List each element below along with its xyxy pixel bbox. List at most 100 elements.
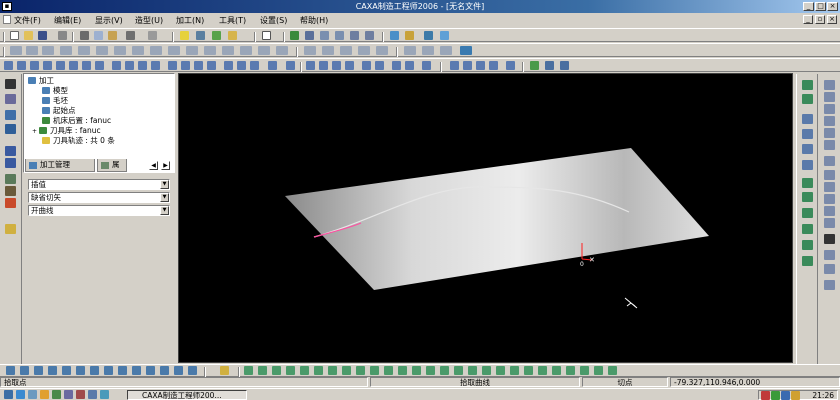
- filter-icon[interactable]: [212, 31, 221, 40]
- hole-icon[interactable]: [138, 61, 147, 70]
- display-mode-icon[interactable]: [424, 31, 433, 40]
- color-icon[interactable]: [340, 46, 352, 55]
- copy-icon[interactable]: [94, 31, 103, 40]
- formula-curve-icon[interactable]: [824, 156, 835, 166]
- expand-icon[interactable]: +: [32, 127, 39, 137]
- view-iso-icon[interactable]: [132, 46, 144, 55]
- taskbar-task-caxa[interactable]: CAXA制造工程师200...: [127, 390, 247, 400]
- shaded-icon[interactable]: [405, 31, 414, 40]
- fill-surface-icon[interactable]: [405, 61, 414, 70]
- sew-surface-icon[interactable]: [476, 61, 485, 70]
- track-8-icon[interactable]: [342, 366, 351, 375]
- boundary-surface-icon[interactable]: [392, 61, 401, 70]
- snap-perpendicular-icon[interactable]: [76, 366, 85, 375]
- snap-settings-icon[interactable]: [220, 366, 229, 375]
- cut-sweep-icon[interactable]: [82, 61, 91, 70]
- revolve-icon[interactable]: [17, 61, 26, 70]
- mdi-minimize-button[interactable]: _: [803, 15, 813, 24]
- draft-icon[interactable]: [181, 61, 190, 70]
- ie-icon[interactable]: [16, 390, 25, 399]
- app-launch-4-icon[interactable]: [88, 390, 97, 399]
- tab-machining-manager[interactable]: 加工管理: [25, 159, 95, 172]
- track-27-icon[interactable]: [608, 366, 617, 375]
- surface-shape[interactable]: [285, 148, 709, 290]
- track-16-icon[interactable]: [454, 366, 463, 375]
- full-view-icon[interactable]: [440, 46, 452, 55]
- mesh-surface-icon[interactable]: [375, 61, 384, 70]
- minimize-button[interactable]: _: [803, 2, 814, 11]
- save-icon[interactable]: [38, 31, 47, 40]
- equidistant-icon[interactable]: [824, 206, 835, 216]
- app-launch-2-icon[interactable]: [64, 390, 73, 399]
- section-icon[interactable]: [276, 46, 288, 55]
- curve-type-select[interactable]: 开曲线 ▼: [28, 205, 170, 216]
- track-25-icon[interactable]: [580, 366, 589, 375]
- measure-icon[interactable]: [240, 46, 252, 55]
- track-7-icon[interactable]: [328, 366, 337, 375]
- curve-offset-icon[interactable]: [802, 80, 813, 90]
- app-launch-5-icon[interactable]: [100, 390, 109, 399]
- status-snap-mode[interactable]: 切点: [582, 377, 668, 387]
- tray-icon-3[interactable]: [781, 391, 790, 400]
- plane-xy-icon[interactable]: [10, 46, 22, 55]
- menu-settings[interactable]: 设置(S): [260, 15, 287, 26]
- surface-extrude-icon[interactable]: [306, 61, 315, 70]
- chevron-down-icon[interactable]: ▼: [160, 206, 169, 215]
- menu-edit[interactable]: 编辑(E): [54, 15, 81, 26]
- sketch-pen-icon[interactable]: [5, 94, 16, 104]
- mdi-restore-button[interactable]: ▫: [815, 15, 825, 24]
- offset-surface-icon[interactable]: [362, 61, 371, 70]
- fillet-icon[interactable]: [112, 61, 121, 70]
- tab-next-button[interactable]: ▶: [161, 161, 170, 170]
- curve-fillet-icon[interactable]: [802, 160, 813, 170]
- close-button[interactable]: ×: [827, 2, 838, 11]
- maximize-button[interactable]: □: [815, 2, 826, 11]
- split-surface-icon[interactable]: [489, 61, 498, 70]
- gcode-icon[interactable]: [5, 186, 16, 196]
- projection-icon[interactable]: [824, 218, 835, 228]
- text-icon[interactable]: [824, 234, 835, 244]
- title-bar[interactable]: ▪ CAXA制造工程师2006 - [无名文件] _ □ ×: [0, 0, 840, 13]
- sweep-surface-icon[interactable]: [345, 61, 354, 70]
- track-26-icon[interactable]: [594, 366, 603, 375]
- boolean-icon[interactable]: [250, 61, 259, 70]
- transform-icon[interactable]: [196, 31, 205, 40]
- simulation-icon[interactable]: [5, 158, 16, 168]
- analyze-icon[interactable]: [258, 46, 270, 55]
- menu-tools[interactable]: 工具(T): [219, 15, 246, 26]
- hide-icon[interactable]: [322, 46, 334, 55]
- track-1-icon[interactable]: [244, 366, 253, 375]
- track-10-icon[interactable]: [370, 366, 379, 375]
- track-22-icon[interactable]: [538, 366, 547, 375]
- tree-item-tool-library[interactable]: + 刀具库 : fanuc: [32, 126, 101, 136]
- shell-icon[interactable]: [168, 61, 177, 70]
- scale-icon[interactable]: [237, 61, 246, 70]
- tab-prev-button[interactable]: ◀: [149, 161, 158, 170]
- print-icon[interactable]: [58, 31, 67, 40]
- track-2-icon[interactable]: [258, 366, 267, 375]
- transform-scale-icon[interactable]: [802, 256, 813, 266]
- track-6-icon[interactable]: [314, 366, 323, 375]
- show-all-icon[interactable]: [304, 46, 316, 55]
- curve-extend-icon[interactable]: [802, 144, 813, 154]
- point-icon[interactable]: [824, 170, 835, 180]
- tree-item-model[interactable]: 模型: [42, 86, 68, 96]
- snap-midpoint-icon[interactable]: [20, 366, 29, 375]
- loft-icon[interactable]: [43, 61, 52, 70]
- report-icon[interactable]: [5, 198, 16, 208]
- tree-item-start-point[interactable]: 起始点: [42, 106, 76, 116]
- blend-surface-icon[interactable]: [450, 61, 459, 70]
- thicken-icon[interactable]: [286, 61, 295, 70]
- view-front-icon[interactable]: [78, 46, 90, 55]
- view-bottom-icon[interactable]: [168, 46, 180, 55]
- track-4-icon[interactable]: [286, 366, 295, 375]
- tray-icon-2[interactable]: [771, 391, 780, 400]
- mdi-close-button[interactable]: ×: [827, 15, 837, 24]
- chevron-down-icon[interactable]: ▼: [160, 193, 169, 202]
- snap-intersection-icon[interactable]: [48, 366, 57, 375]
- curve-join-icon[interactable]: [802, 129, 813, 139]
- quick-launch-icon[interactable]: [4, 390, 13, 399]
- snap-insert-icon[interactable]: [146, 366, 155, 375]
- menu-view[interactable]: 显示(V): [95, 15, 123, 26]
- spline-icon[interactable]: [824, 140, 835, 150]
